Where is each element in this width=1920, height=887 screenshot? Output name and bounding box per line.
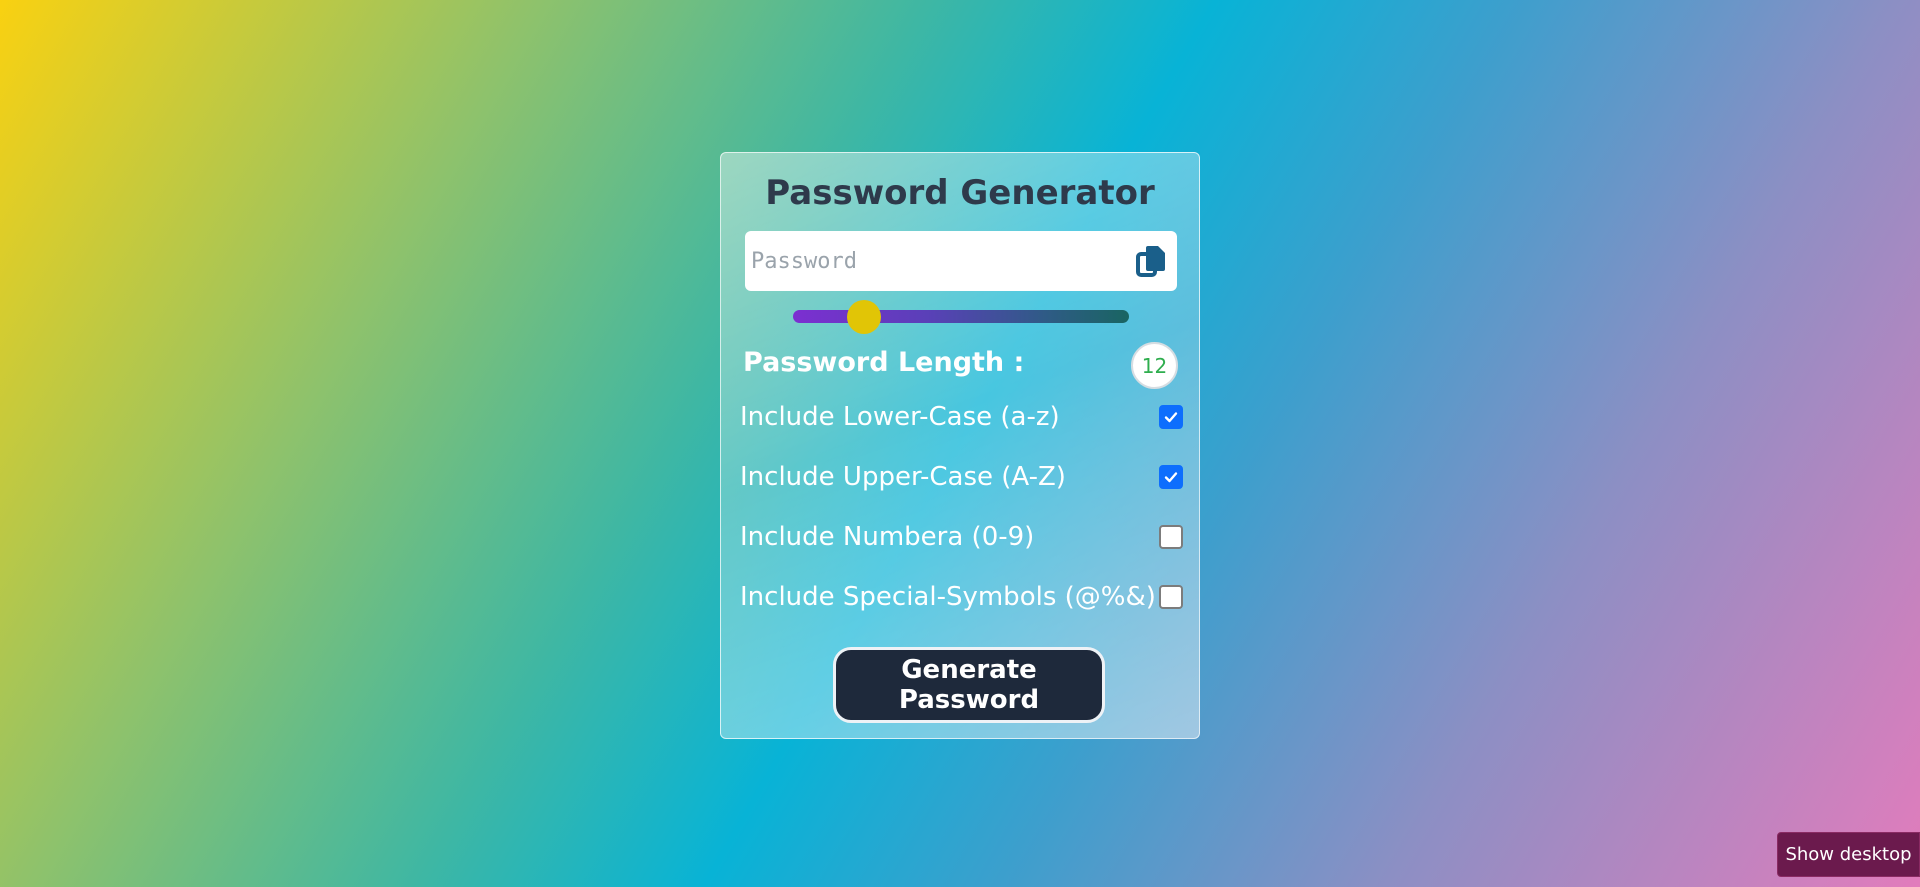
option-uppercase: Include Upper-Case (A-Z) xyxy=(740,457,1183,497)
password-box xyxy=(745,231,1177,291)
slider-thumb[interactable] xyxy=(846,300,881,334)
check-icon xyxy=(1164,412,1178,423)
option-label: Include Numbera (0-9) xyxy=(740,522,1035,552)
option-numbers: Include Numbera (0-9) xyxy=(740,517,1183,557)
option-lowercase: Include Lower-Case (a-z) xyxy=(740,397,1183,437)
check-icon xyxy=(1164,472,1178,483)
password-length-label: Password Length : xyxy=(743,347,1025,378)
password-generator-card: Password Generator Password Length : 12 … xyxy=(720,152,1200,739)
password-input[interactable] xyxy=(751,231,1121,291)
length-slider[interactable] xyxy=(793,300,1129,334)
copy-icon[interactable] xyxy=(1135,244,1167,278)
lowercase-checkbox[interactable] xyxy=(1159,405,1183,429)
numbers-checkbox[interactable] xyxy=(1159,525,1183,549)
option-symbols: Include Special-Symbols (@%&) xyxy=(740,577,1183,617)
uppercase-checkbox[interactable] xyxy=(1159,465,1183,489)
show-desktop-button[interactable]: Show desktop xyxy=(1777,832,1920,877)
option-label: Include Special-Symbols (@%&) xyxy=(740,582,1156,612)
generate-password-button[interactable]: Generate Password xyxy=(833,647,1105,723)
password-length-value: 12 xyxy=(1131,342,1178,389)
app-title: Password Generator xyxy=(765,173,1155,213)
symbols-checkbox[interactable] xyxy=(1159,585,1183,609)
option-label: Include Upper-Case (A-Z) xyxy=(740,462,1066,492)
option-label: Include Lower-Case (a-z) xyxy=(740,402,1060,432)
